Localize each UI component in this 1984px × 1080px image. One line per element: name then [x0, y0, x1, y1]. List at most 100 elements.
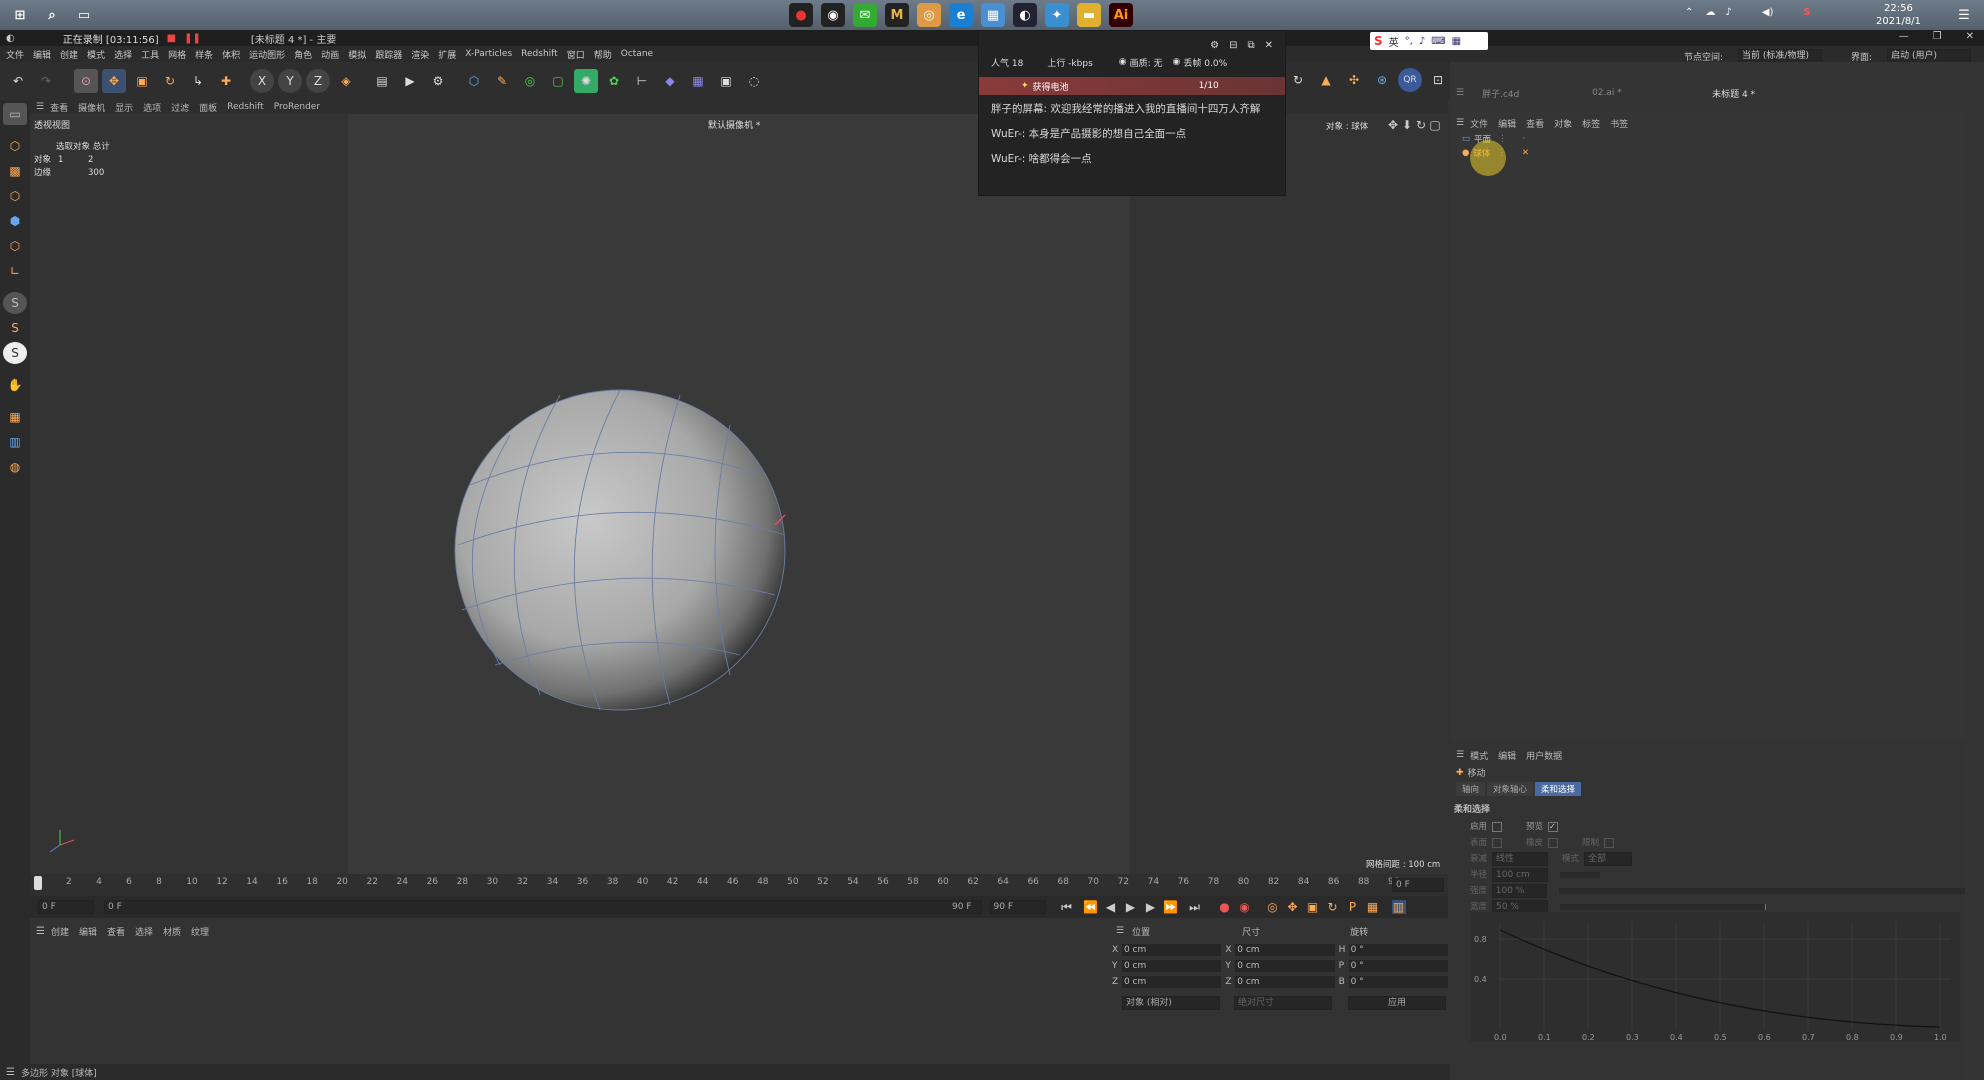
playhead[interactable] [34, 876, 42, 890]
taskbar-clock[interactable]: 22:56 2021/8/1 [1876, 2, 1921, 28]
menu-item-5[interactable]: 工具 [141, 48, 159, 61]
render-region-icon[interactable]: ▤ [370, 69, 394, 93]
maximize-view-icon[interactable]: ▢ [1428, 118, 1442, 132]
doc-tabs-menu-icon[interactable]: ☰ [1456, 88, 1464, 98]
obs-icon[interactable]: ◉ [821, 3, 845, 27]
min-frame-slider[interactable]: 0 F [104, 900, 982, 914]
rotate-tool-icon[interactable]: ↻ [158, 69, 182, 93]
live-lock-icon[interactable]: ⊟ [1229, 40, 1237, 51]
move-tool-icon[interactable]: ✥ [102, 69, 126, 93]
polygons-mode-icon[interactable]: ⬡ [3, 235, 27, 257]
menu-item-0[interactable]: 文件 [6, 48, 24, 61]
menu-item-12[interactable]: 模拟 [348, 48, 366, 61]
texture-mode-icon[interactable]: ⬡ [3, 135, 27, 157]
pla-key-icon[interactable]: ▦ [1366, 900, 1380, 914]
autokey-icon[interactable]: ◉ [1238, 900, 1252, 914]
material-menu-item-3[interactable]: 选择 [135, 925, 153, 938]
object-manager[interactable]: ☰ 文件编辑查看对象标签书签 ▭平面⋮·●球体⋮✕ [1450, 110, 1965, 740]
coord-size-field[interactable]: 0 cm [1235, 944, 1335, 956]
goto-start-icon[interactable]: ⏮ [1060, 900, 1074, 914]
menu-item-13[interactable]: 跟踪器 [375, 48, 402, 61]
menu-item-2[interactable]: 创建 [60, 48, 78, 61]
picture-viewer-icon[interactable]: ⊡ [1426, 68, 1450, 92]
live-popout-icon[interactable]: ⧉ [1247, 40, 1254, 51]
falloff-curve-graph[interactable]: 0.0 0.1 0.2 0.3 0.4 0.5 0.6 0.7 0.8 0.9 1.0 0.8 0.4 [1470, 912, 1960, 1042]
ime-grid-icon[interactable]: ▦ [1452, 36, 1461, 47]
quantize-icon[interactable]: S [3, 342, 27, 364]
motion-icon[interactable]: ◍ [3, 456, 27, 478]
viewport-camera[interactable]: 默认摄像机 * [708, 118, 760, 131]
next-frame-icon[interactable]: ▶ [1144, 900, 1158, 914]
mode-select[interactable]: 全部 [1584, 852, 1632, 866]
attr-tab-2[interactable]: 柔和选择 [1535, 782, 1582, 796]
object-menu-item-3[interactable]: 对象 [1554, 117, 1572, 130]
record-app-icon[interactable]: ● [789, 3, 813, 27]
coord-size-field[interactable]: 0 cm [1235, 960, 1335, 972]
preview-checkbox[interactable]: ✓ [1548, 822, 1558, 832]
sphere-object[interactable] [440, 385, 800, 715]
cloner-icon[interactable]: ▢ [546, 69, 570, 93]
chrome-icon[interactable]: ◎ [917, 3, 941, 27]
ime-mode[interactable]: 英 [1389, 34, 1399, 49]
light-icon[interactable]: ◌ [742, 69, 766, 93]
coord-size-field[interactable]: 0 cm [1235, 976, 1335, 988]
pen-icon[interactable]: ✎ [490, 69, 514, 93]
nodespace-select[interactable]: 当前 (标准/物理) [1738, 49, 1823, 63]
axis-mode-icon[interactable]: ∟ [3, 260, 27, 282]
object-menu-item-2[interactable]: 查看 [1526, 117, 1544, 130]
attr-tab-0[interactable]: 轴向 [1456, 782, 1486, 796]
coord-menu-icon[interactable]: ☰ [1116, 926, 1124, 936]
menu-item-10[interactable]: 角色 [294, 48, 312, 61]
pos-key-icon[interactable]: ✥ [1286, 900, 1300, 914]
ime-mic-icon[interactable]: ♪ [1419, 36, 1425, 47]
explode-icon[interactable]: ✣ [1342, 68, 1366, 92]
y-axis-icon[interactable]: Y [278, 69, 302, 93]
paint-icon[interactable]: ✋ [3, 374, 27, 396]
c4d-taskbar-icon[interactable]: ◐ [1013, 3, 1037, 27]
qr-icon[interactable]: QR [1398, 68, 1422, 92]
next-key-icon[interactable]: ⏩ [1163, 900, 1178, 914]
scale-tool-icon[interactable]: ▣ [130, 69, 154, 93]
param-key-icon[interactable]: P [1346, 900, 1360, 914]
object-visibility-icon[interactable]: ⋮ [1498, 134, 1507, 144]
rubber-checkbox[interactable] [1548, 838, 1558, 848]
edge-icon[interactable]: e [949, 3, 973, 27]
viewport-menu-item-2[interactable]: 显示 [115, 101, 133, 114]
ime-keyboard-icon[interactable]: ⌨ [1431, 36, 1445, 47]
menu-item-19[interactable]: 帮助 [594, 48, 612, 61]
enable-checkbox[interactable] [1492, 822, 1502, 832]
object-tag-icon[interactable]: ✕ [1522, 148, 1529, 158]
viewport-menu-item-1[interactable]: 摄像机 [78, 101, 105, 114]
render-settings-icon[interactable]: ⚙ [426, 69, 450, 93]
menu-item-20[interactable]: Octane [621, 49, 653, 59]
refresh-icon[interactable]: ↻ [1286, 68, 1310, 92]
object-menu-item-0[interactable]: 文件 [1470, 117, 1488, 130]
attr-menu-item-2[interactable]: 用户数据 [1526, 749, 1562, 762]
menu-item-16[interactable]: X-Particles [465, 49, 512, 59]
attr-menu-icon[interactable]: ☰ [1456, 750, 1464, 760]
coord-system-icon[interactable]: ◈ [334, 69, 358, 93]
cube-icon[interactable]: ⬡ [462, 69, 486, 93]
atom-icon[interactable]: ⊛ [1370, 68, 1394, 92]
undo-icon[interactable]: ↶ [6, 69, 30, 93]
current-frame-field[interactable]: 0 F [1392, 878, 1444, 892]
coord-size-mode-select[interactable]: 绝对尺寸 [1234, 996, 1332, 1010]
prev-frame-icon[interactable]: ◀ [1104, 900, 1118, 914]
attr-tab-1[interactable]: 对象轴心 [1487, 782, 1534, 796]
radius-slider[interactable] [1560, 872, 1600, 878]
menu-item-17[interactable]: Redshift [521, 49, 558, 59]
illustrator-icon[interactable]: Ai [1109, 3, 1133, 27]
maya-icon[interactable]: M [885, 3, 909, 27]
restrict-checkbox[interactable] [1604, 838, 1614, 848]
restore-icon[interactable]: ❐ [1933, 31, 1942, 42]
floor-icon[interactable]: ⊢ [630, 69, 654, 93]
interface-select[interactable]: 启动 (用户) [1887, 49, 1972, 63]
surface-checkbox[interactable] [1492, 838, 1502, 848]
pan-icon[interactable]: ✥ [1386, 118, 1400, 132]
points-mode-icon[interactable]: ⬡ [3, 185, 27, 207]
viewport-menu-item-7[interactable]: ProRender [274, 102, 320, 112]
tray-chevron-icon[interactable]: ⌃ [1685, 7, 1693, 18]
render-view-icon[interactable]: ▶ [398, 69, 422, 93]
wechat-icon[interactable]: ✉ [853, 3, 877, 27]
prev-key-icon[interactable]: ⏪ [1083, 900, 1098, 914]
